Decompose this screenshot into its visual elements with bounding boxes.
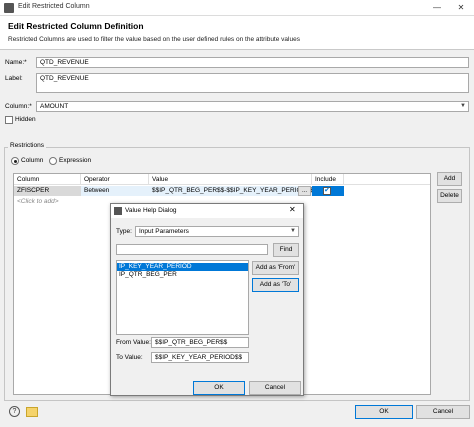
page-title: Edit Restricted Column Definition	[8, 21, 144, 31]
dialog-app-icon	[114, 207, 122, 215]
close-icon[interactable]: ✕	[289, 205, 296, 214]
table-row[interactable]: ZFISCPER Between $$IP_QTR_BEG_PER$$-$$IP…	[14, 186, 344, 196]
dialog-cancel-button[interactable]: Cancel	[249, 381, 301, 395]
minimize-button[interactable]: —	[426, 0, 448, 16]
find-button[interactable]: Find	[273, 243, 299, 257]
expression-radio[interactable]	[49, 157, 57, 165]
add-button[interactable]: Add	[437, 172, 462, 186]
column-header-include[interactable]: Include	[312, 174, 344, 185]
from-value-label: From Value:	[116, 339, 151, 346]
window-title: Edit Restricted Column	[18, 3, 90, 10]
name-field[interactable]: QTD_REVENUE	[36, 57, 469, 68]
column-header-operator[interactable]: Operator	[81, 174, 149, 185]
column-header-filler	[344, 174, 430, 185]
chevron-down-icon: ▼	[460, 103, 466, 109]
page-description: Restricted Columns are used to filter th…	[8, 36, 300, 43]
column-header-column[interactable]: Column	[14, 174, 81, 185]
dialog-title: Value Help Dialog	[125, 207, 177, 214]
value-help-dialog: Value Help Dialog ✕ Type: Input Paramete…	[110, 203, 304, 396]
include-cell[interactable]: ✔	[312, 186, 344, 196]
dialog-header: Edit Restricted Column Definition Restri…	[0, 16, 474, 50]
label-label: Label:	[5, 75, 23, 82]
to-value-field[interactable]: $$IP_KEY_YEAR_PERIOD$$	[151, 352, 249, 363]
hidden-label: Hidden	[15, 116, 36, 123]
column-select-value: AMOUNT	[40, 103, 69, 110]
type-label: Type:	[116, 228, 132, 235]
to-value-label: To Value:	[116, 354, 143, 361]
column-radio[interactable]	[11, 157, 19, 165]
app-icon	[4, 3, 14, 13]
column-select[interactable]: AMOUNT ▼	[36, 101, 469, 112]
include-checkbox[interactable]: ✔	[323, 187, 331, 195]
row-value-cell[interactable]: $$IP_QTR_BEG_PER$$-$$IP_KEY_YEAR_PERIOD$…	[149, 186, 314, 196]
parameter-list[interactable]: IP_KEY_YEAR_PERIOD IP_QTR_BEG_PER	[116, 260, 249, 335]
value-help-button[interactable]: ...	[298, 186, 311, 196]
label-field[interactable]: QTD_REVENUE	[36, 73, 469, 93]
row-operator-cell[interactable]: Between	[81, 186, 149, 196]
column-radio-label: Column	[21, 157, 44, 164]
dialog-title-bar: Value Help Dialog ✕	[111, 204, 303, 218]
list-item[interactable]: IP_KEY_YEAR_PERIOD	[117, 263, 248, 271]
delete-button[interactable]: Delete	[437, 189, 462, 203]
column-label: Column:*	[5, 103, 32, 110]
type-select[interactable]: Input Parameters ▼	[135, 226, 299, 237]
dialog-ok-button[interactable]: OK	[193, 381, 245, 395]
from-value-field[interactable]: $$IP_QTR_BEG_PER$$	[151, 337, 249, 348]
add-row-hint[interactable]: <Click to add>	[14, 197, 94, 207]
row-column-cell[interactable]: ZFISCPER	[14, 186, 81, 196]
hidden-checkbox[interactable]	[5, 116, 13, 124]
expression-radio-label: Expression	[59, 157, 92, 164]
ok-button[interactable]: OK	[355, 405, 413, 419]
name-label: Name:*	[5, 59, 27, 66]
add-as-to-button[interactable]: Add as 'To'	[252, 278, 299, 292]
list-item[interactable]: IP_QTR_BEG_PER	[117, 271, 248, 279]
restrictions-group-label: Restrictions	[8, 142, 46, 149]
close-window-button[interactable]: ✕	[450, 0, 472, 16]
cancel-button[interactable]: Cancel	[416, 405, 470, 419]
add-as-from-button[interactable]: Add as 'From'	[252, 261, 299, 275]
help-icon[interactable]: ?	[9, 406, 20, 417]
folder-icon[interactable]	[26, 407, 38, 417]
search-input[interactable]	[116, 244, 268, 255]
title-bar: Edit Restricted Column — ✕	[0, 0, 474, 16]
type-select-value: Input Parameters	[139, 228, 189, 235]
column-header-value[interactable]: Value	[149, 174, 312, 185]
chevron-down-icon: ▼	[290, 228, 296, 234]
